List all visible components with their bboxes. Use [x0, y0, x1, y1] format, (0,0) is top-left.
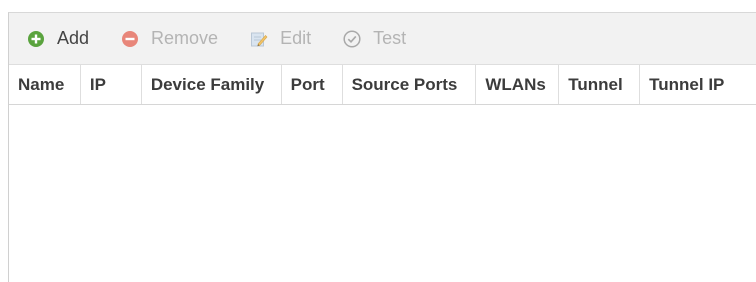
- remove-circle-icon: [121, 30, 139, 48]
- edit-button-label: Edit: [280, 28, 312, 48]
- column-header-name[interactable]: Name: [9, 65, 81, 104]
- add-circle-icon: [27, 30, 45, 48]
- grid-header: Name IP Device Family Port Source Ports …: [9, 65, 756, 105]
- edit-pencil-icon: [250, 30, 268, 48]
- column-header-wlans[interactable]: WLANs: [476, 65, 560, 104]
- remove-button-label: Remove: [151, 28, 219, 48]
- column-header-port[interactable]: Port: [282, 65, 343, 104]
- column-header-ip[interactable]: IP: [81, 65, 142, 104]
- column-header-source-ports[interactable]: Source Ports: [343, 65, 477, 104]
- devices-panel: Add Remove Edit Test Name IP Device Fami…: [8, 12, 756, 282]
- column-header-tunnel[interactable]: Tunnel: [559, 65, 641, 104]
- grid-body: [9, 105, 756, 282]
- column-header-tunnel-ip[interactable]: Tunnel IP: [640, 65, 756, 104]
- test-button[interactable]: Test: [343, 28, 406, 49]
- edit-button[interactable]: Edit: [250, 28, 311, 49]
- check-circle-icon: [343, 29, 361, 48]
- test-button-label: Test: [373, 28, 407, 48]
- remove-button[interactable]: Remove: [121, 28, 218, 49]
- add-button[interactable]: Add: [27, 28, 89, 49]
- column-header-device-family[interactable]: Device Family: [142, 65, 282, 104]
- add-button-label: Add: [57, 28, 90, 48]
- toolbar: Add Remove Edit Test: [9, 13, 756, 65]
